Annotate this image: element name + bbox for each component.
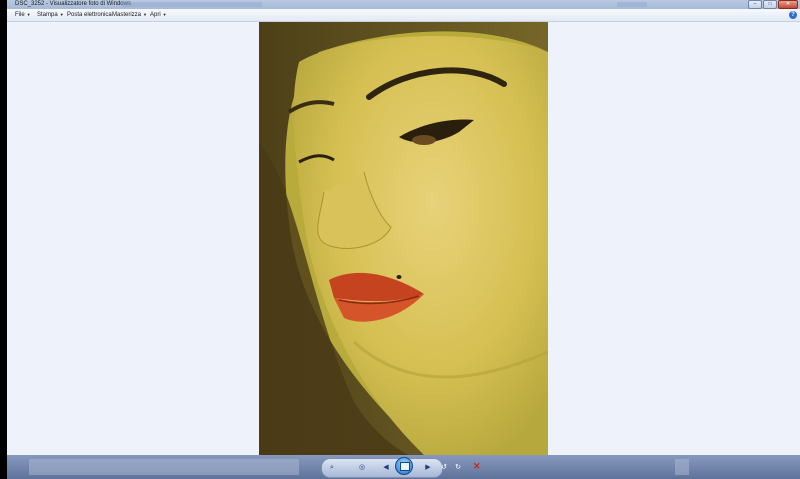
- menu-email[interactable]: Posta elettronica: [67, 9, 112, 21]
- rotate-left-icon[interactable]: ↺: [439, 460, 449, 474]
- window-title: DSC_3252 - Visualizzatore foto di Window…: [15, 1, 131, 7]
- window-controls: – □ ✕: [748, 0, 798, 9]
- menu-burn-label: Masterizza: [112, 12, 142, 18]
- help-icon[interactable]: ?: [789, 11, 797, 19]
- viewer-toolbar: ⌕ ◎ ◀ ▶ ↺ ↻ ✕: [7, 455, 800, 479]
- portrait-photo: [259, 22, 548, 455]
- zoom-icon[interactable]: ⌕: [326, 463, 338, 473]
- navigation-controls: ⌕ ◎ ◀ ▶: [321, 458, 443, 478]
- title-ghost-right: [617, 2, 647, 7]
- previous-button[interactable]: ◀: [380, 463, 392, 473]
- delete-icon[interactable]: ✕: [473, 462, 481, 471]
- photo-viewer-window: DSC_3252 - Visualizzatore foto di Window…: [7, 0, 800, 479]
- chevron-down-icon: ▼: [162, 12, 167, 17]
- menu-open-label: Apri: [150, 12, 161, 18]
- menu-email-label: Posta elettronica: [67, 12, 112, 18]
- menu-bar: File ▼ Stampa ▼ Posta elettronica Masteriz…: [7, 9, 800, 22]
- title-bar[interactable]: DSC_3252 - Visualizzatore foto di Window…: [7, 0, 800, 9]
- menu-burn[interactable]: Masterizza ▼: [112, 9, 147, 21]
- menu-file[interactable]: File ▼: [15, 9, 31, 21]
- menu-file-label: File: [15, 12, 25, 18]
- chevron-down-icon: ▼: [143, 12, 147, 17]
- toolbar-ghost-left: [29, 459, 299, 475]
- chevron-down-icon: ▼: [26, 12, 31, 17]
- title-ghost-background: [122, 2, 262, 7]
- slideshow-icon: [400, 462, 410, 471]
- menu-open[interactable]: Apri ▼: [150, 9, 167, 21]
- maximize-button[interactable]: □: [763, 0, 777, 9]
- photo-image: [259, 22, 548, 455]
- menu-print[interactable]: Stampa ▼: [37, 9, 64, 21]
- toolbar-ghost-right: [675, 459, 689, 475]
- rotate-right-icon[interactable]: ↻: [453, 460, 463, 474]
- next-button[interactable]: ▶: [422, 463, 434, 473]
- chevron-down-icon: ▼: [59, 12, 64, 17]
- fit-window-icon[interactable]: ◎: [356, 463, 368, 473]
- minimize-button[interactable]: –: [748, 0, 762, 9]
- close-button[interactable]: ✕: [778, 0, 798, 9]
- menu-print-label: Stampa: [37, 12, 58, 18]
- slideshow-button[interactable]: [395, 457, 413, 475]
- photo-canvas: [7, 22, 800, 455]
